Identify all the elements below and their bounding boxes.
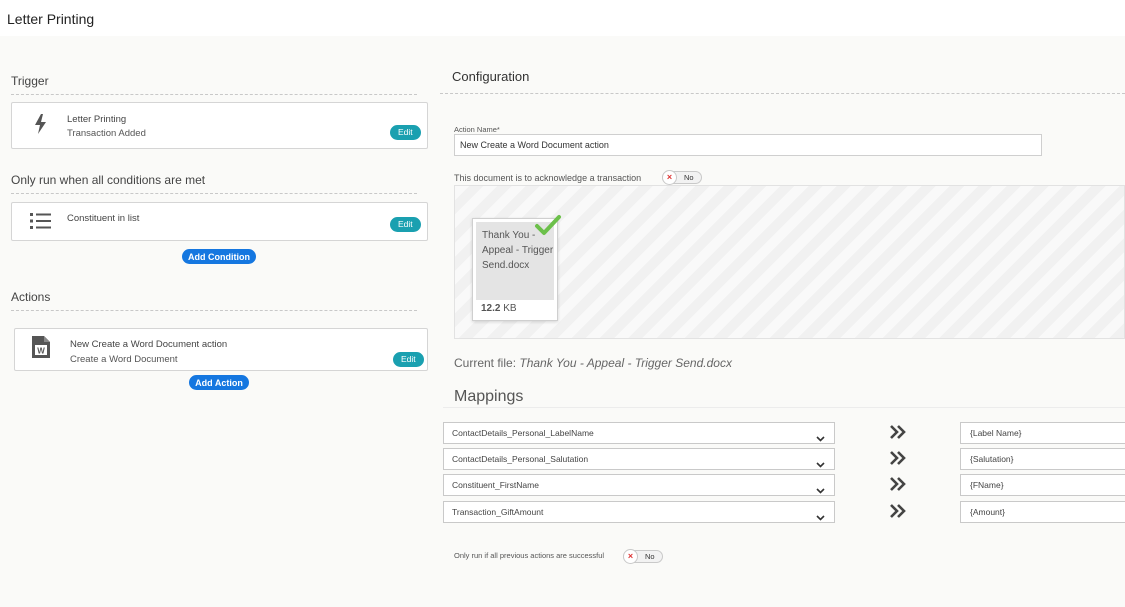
action-name-label: Action Name* [454,125,500,134]
page-title: Letter Printing [7,11,95,27]
action-title: New Create a Word Document action [70,339,228,350]
trigger-edit-button[interactable]: Edit [390,125,421,140]
condition-title: Constituent in list [67,213,140,224]
mapping-target-field[interactable]: {Label Name} [960,422,1125,444]
list-icon [30,211,52,233]
close-icon: × [662,170,677,185]
mapping-field-value: Constituent_FirstName [452,480,539,490]
condition-card[interactable]: Constituent in list Edit [11,202,428,241]
top-bar: Letter Printing [0,0,1125,36]
action-subtitle: Create a Word Document [70,354,178,365]
current-file-label: Current file: [454,356,517,370]
divider [11,94,417,95]
toggle-value: No [684,173,694,182]
condition-edit-button[interactable]: Edit [390,217,421,232]
close-icon: × [623,549,638,564]
trigger-card[interactable]: Letter Printing Transaction Added Edit [11,102,428,149]
mapping-field-value: ContactDetails_Personal_LabelName [452,428,594,438]
only-run-label: Only run if all previous actions are suc… [454,551,605,560]
acknowledge-label: This document is to acknowledge a transa… [454,173,642,183]
mapping-field-value: Transaction_GiftAmount [452,507,544,517]
current-file-name: Thank You - Appeal - Trigger Send.docx [519,356,732,370]
file-size-unit: KB [503,303,517,314]
add-action-button[interactable]: Add Action [189,375,249,390]
mapping-field-select[interactable]: ContactDetails_Personal_LabelName [443,422,835,444]
toggle-value: No [645,552,655,561]
trigger-subtitle: Transaction Added [67,128,146,139]
action-edit-button[interactable]: Edit [393,352,424,367]
lightning-bolt-icon [30,113,52,135]
chevron-down-icon [816,481,825,501]
current-file: Current file: Thank You - Appeal - Trigg… [454,356,732,370]
actions-section-label: Actions [11,290,51,304]
mapping-target-field[interactable]: {Salutation} [960,448,1125,470]
divider [440,93,1125,94]
mapping-field-select[interactable]: Constituent_FirstName [443,474,835,496]
chevron-down-icon [816,455,825,475]
double-chevron-right-icon [889,477,907,496]
double-chevron-right-icon [889,504,907,523]
chevron-down-icon [816,429,825,449]
double-chevron-right-icon [889,425,907,444]
file-size-number: 12.2 [481,303,501,314]
mapping-field-value: ContactDetails_Personal_Salutation [452,454,589,464]
mapping-target-field[interactable]: {FName} [960,474,1125,496]
configuration-title: Configuration [452,69,530,84]
divider [11,310,417,311]
svg-text:W: W [37,347,45,356]
mapping-field-select[interactable]: ContactDetails_Personal_Salutation [443,448,835,470]
divider [11,193,417,194]
mapping-target-field[interactable]: {Amount} [960,501,1125,523]
mappings-title: Mappings [454,388,524,405]
trigger-section-label: Trigger [11,74,49,88]
chevron-down-icon [816,508,825,528]
double-chevron-right-icon [889,451,907,470]
checkmark-icon [534,214,562,243]
divider [443,407,1125,408]
file-size: 12.2 KB [481,303,517,314]
action-card[interactable]: W New Create a Word Document action Crea… [14,328,428,371]
word-document-icon: W [31,335,53,358]
only-run-toggle[interactable]: × No [623,549,663,564]
add-condition-button[interactable]: Add Condition [182,249,256,264]
mapping-field-select[interactable]: Transaction_GiftAmount [443,501,835,523]
acknowledge-toggle[interactable]: × No [662,170,702,185]
conditions-section-label: Only run when all conditions are met [11,173,206,187]
action-name-input[interactable]: New Create a Word Document action [454,134,1042,156]
trigger-title: Letter Printing [67,114,127,125]
